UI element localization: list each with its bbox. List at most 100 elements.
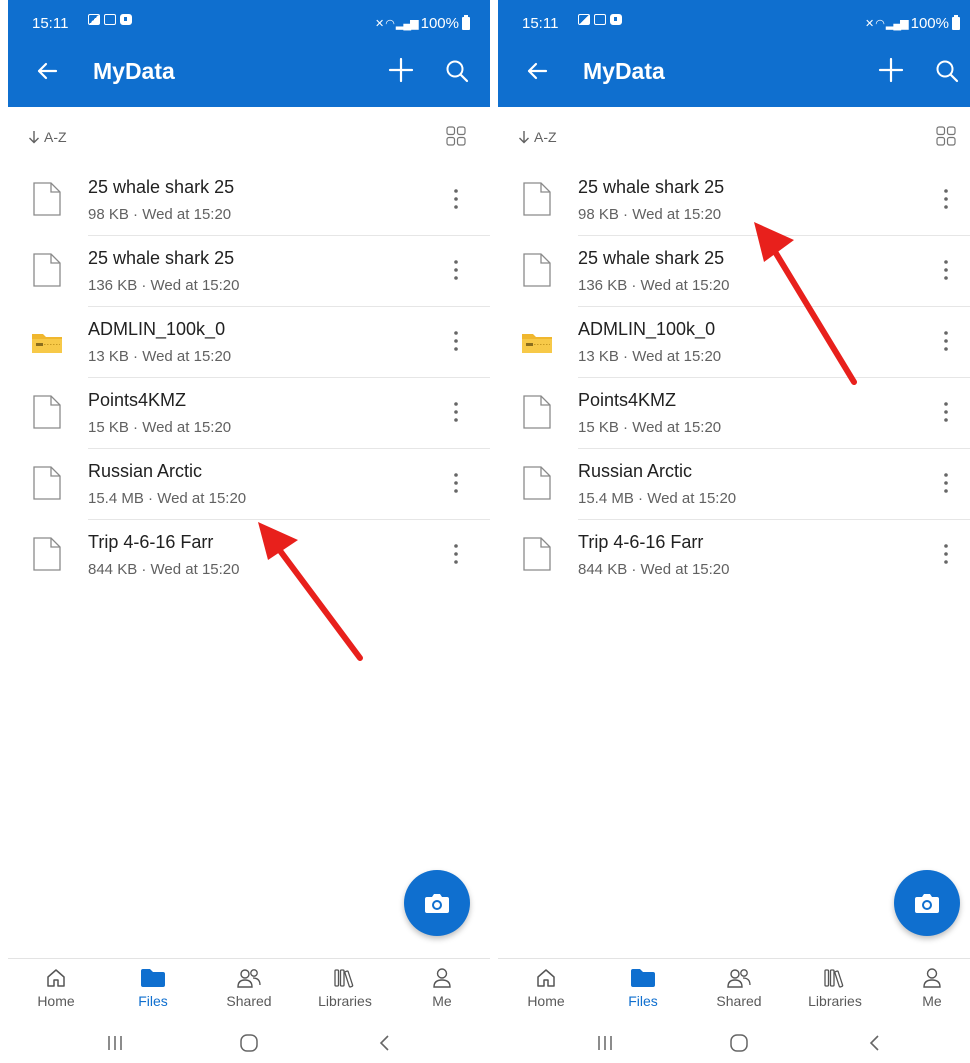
- file-row[interactable]: Russian Arctic 15.4 MB · Wed at 15:20: [8, 449, 490, 520]
- camera-icon: [915, 894, 939, 913]
- grid-view-icon[interactable]: [446, 126, 466, 146]
- more-options-icon[interactable]: [446, 329, 466, 353]
- file-name: ADMLIN_100k_0: [88, 319, 226, 339]
- more-options-icon[interactable]: [936, 400, 956, 424]
- nav-libraries-label: Libraries: [808, 993, 862, 1009]
- file-name: 25 whale shark 25: [578, 248, 725, 268]
- nav-files[interactable]: Files: [113, 967, 193, 1009]
- notification-icons: [578, 14, 622, 25]
- file-meta: 98 KB · Wed at 15:20: [88, 206, 232, 223]
- bottom-navigation: Home Files Shared Libraries Me: [498, 958, 970, 1023]
- file-row[interactable]: ADMLIN_100k_0 13 KB · Wed at 15:20: [8, 307, 490, 378]
- system-status-icons: ✕ ◠ ▂▄▆ 100%: [865, 15, 960, 32]
- nav-shared[interactable]: Shared: [209, 967, 289, 1009]
- more-options-icon[interactable]: [446, 187, 466, 211]
- file-list: 25 whale shark 25 98 KB · Wed at 15:20 2…: [8, 165, 490, 591]
- system-navigation-bar: [498, 1022, 970, 1063]
- page-title: MyData: [583, 58, 665, 84]
- nav-home[interactable]: Home: [506, 967, 586, 1009]
- file-name: Russian Arctic: [88, 461, 203, 481]
- file-meta: 844 KB · Wed at 15:20: [578, 561, 730, 578]
- file-name: 25 whale shark 25: [88, 177, 235, 197]
- nav-shared[interactable]: Shared: [699, 967, 779, 1009]
- app-notification-icon: [610, 14, 622, 25]
- gallery-notification-icon: [578, 14, 590, 25]
- more-options-icon[interactable]: [446, 400, 466, 424]
- more-options-icon[interactable]: [446, 542, 466, 566]
- wifi-signal-icon: ✕ ◠ ▂▄▆: [374, 18, 419, 30]
- sort-button[interactable]: A-Z: [28, 129, 67, 145]
- search-icon[interactable]: [444, 58, 470, 84]
- back-arrow-icon[interactable]: [32, 56, 62, 86]
- sort-down-arrow-icon: [519, 131, 529, 144]
- search-icon[interactable]: [934, 58, 960, 84]
- file-row[interactable]: Trip 4-6-16 Farr 844 KB · Wed at 15:20: [498, 520, 970, 591]
- zip-folder-icon: [32, 334, 62, 353]
- file-icon: [523, 537, 551, 571]
- recent-apps-icon[interactable]: [100, 1032, 130, 1054]
- gallery-notification-icon: [88, 14, 100, 25]
- more-options-icon[interactable]: [446, 471, 466, 495]
- more-options-icon[interactable]: [936, 187, 956, 211]
- nav-home[interactable]: Home: [16, 967, 96, 1009]
- nav-me-label: Me: [432, 993, 452, 1009]
- file-name: Trip 4-6-16 Farr: [88, 532, 214, 552]
- file-row[interactable]: Points4KMZ 15 KB · Wed at 15:20: [8, 378, 490, 449]
- zip-folder-icon: [522, 334, 552, 353]
- camera-fab-button[interactable]: [894, 870, 960, 936]
- more-options-icon[interactable]: [936, 542, 956, 566]
- file-meta: 15 KB · Wed at 15:20: [578, 419, 722, 436]
- file-icon: [523, 395, 551, 429]
- file-row[interactable]: Trip 4-6-16 Farr 844 KB · Wed at 15:20: [8, 520, 490, 591]
- file-name: Russian Arctic: [578, 461, 693, 481]
- add-icon[interactable]: [388, 57, 414, 83]
- back-button-icon[interactable]: [860, 1032, 890, 1054]
- shared-people-icon: [727, 969, 751, 988]
- file-icon: [33, 466, 61, 500]
- back-button-icon[interactable]: [370, 1032, 400, 1054]
- file-icon: [33, 537, 61, 571]
- file-row[interactable]: 25 whale shark 25 136 KB · Wed at 15:20: [498, 236, 970, 307]
- app-bar: 15:11 ✕ ◠ ▂▄▆ 100% MyData: [8, 0, 490, 107]
- file-meta: 98 KB · Wed at 15:20: [578, 206, 722, 223]
- battery-level: 100%: [910, 15, 949, 32]
- nav-libraries[interactable]: Libraries: [795, 967, 875, 1009]
- file-icon: [523, 466, 551, 500]
- bottom-navigation: Home Files Shared Libraries Me: [8, 958, 490, 1023]
- file-row[interactable]: 25 whale shark 25 98 KB · Wed at 15:20: [8, 165, 490, 236]
- file-row[interactable]: 25 whale shark 25 98 KB · Wed at 15:20: [498, 165, 970, 236]
- more-options-icon[interactable]: [446, 258, 466, 282]
- nav-me[interactable]: Me: [402, 967, 482, 1009]
- home-button-icon[interactable]: [234, 1032, 264, 1054]
- file-row[interactable]: 25 whale shark 25 136 KB · Wed at 15:20: [8, 236, 490, 307]
- file-row[interactable]: ADMLIN_100k_0 13 KB · Wed at 15:20: [498, 307, 970, 378]
- app-bar: 15:11 ✕ ◠ ▂▄▆ 100% MyData: [498, 0, 970, 107]
- shared-people-icon: [237, 969, 261, 988]
- file-meta: 13 KB · Wed at 15:20: [578, 348, 722, 365]
- nav-me[interactable]: Me: [892, 967, 970, 1009]
- wifi-signal-icon: ✕ ◠ ▂▄▆: [864, 18, 909, 30]
- recent-apps-icon[interactable]: [590, 1032, 620, 1054]
- file-meta: 844 KB · Wed at 15:20: [88, 561, 240, 578]
- file-icon: [33, 182, 61, 216]
- nav-files[interactable]: Files: [603, 967, 683, 1009]
- more-options-icon[interactable]: [936, 471, 956, 495]
- back-arrow-icon[interactable]: [522, 56, 552, 86]
- home-button-icon[interactable]: [724, 1032, 754, 1054]
- file-row[interactable]: Points4KMZ 15 KB · Wed at 15:20: [498, 378, 970, 449]
- nav-files-label: Files: [138, 993, 168, 1009]
- file-meta: 136 KB · Wed at 15:20: [88, 277, 240, 294]
- nav-libraries[interactable]: Libraries: [305, 967, 385, 1009]
- grid-view-icon[interactable]: [936, 126, 956, 146]
- nav-home-label: Home: [527, 993, 565, 1009]
- sort-button[interactable]: A-Z: [518, 129, 557, 145]
- more-options-icon[interactable]: [936, 329, 956, 353]
- add-icon[interactable]: [878, 57, 904, 83]
- file-meta: 13 KB · Wed at 15:20: [88, 348, 232, 365]
- nav-shared-label: Shared: [716, 993, 762, 1009]
- file-row[interactable]: Russian Arctic 15.4 MB · Wed at 15:20: [498, 449, 970, 520]
- file-meta: 15.4 MB · Wed at 15:20: [88, 490, 247, 507]
- camera-icon: [425, 894, 449, 913]
- camera-fab-button[interactable]: [404, 870, 470, 936]
- more-options-icon[interactable]: [936, 258, 956, 282]
